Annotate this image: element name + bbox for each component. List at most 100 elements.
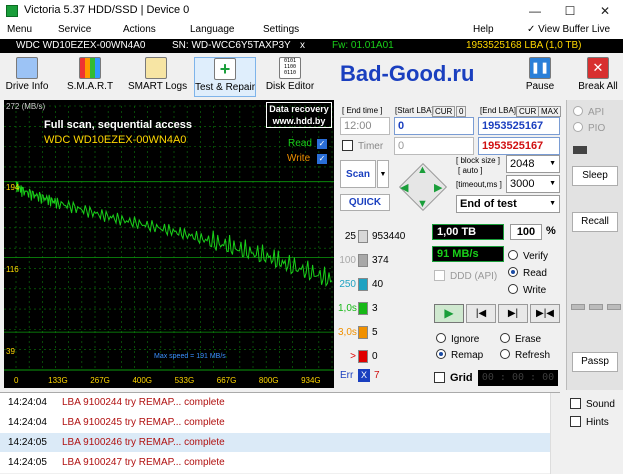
end-max-button[interactable]: MAX	[538, 106, 562, 117]
skip-end-icon[interactable]: ▶|◀	[530, 304, 560, 323]
write-legend-checkbox[interactable]: ✓	[317, 154, 327, 164]
drive-lba-size: 1953525168 LBA (1,0 TB)	[466, 40, 582, 51]
drive-info-button[interactable]: Drive Info	[4, 57, 50, 97]
menu-bar: Menu Service Actions Language Settings H…	[0, 22, 623, 39]
sound-checkbox	[570, 398, 581, 409]
minimize-button[interactable]: —	[518, 0, 552, 22]
start-lba-input[interactable]: 0	[394, 117, 474, 135]
api-radio[interactable]: API	[573, 106, 604, 118]
maximize-button[interactable]: ☐	[553, 0, 587, 22]
menu-settings[interactable]: Settings	[263, 24, 299, 35]
pio-radio[interactable]: PIO	[573, 122, 605, 134]
mode-verify-radio[interactable]: Verify	[508, 250, 548, 262]
test-repair-button[interactable]: + Test & Repair	[194, 57, 256, 97]
drive-model: WDC WD10EZEX-00WN4A0	[16, 40, 146, 51]
menu-help[interactable]: Help	[473, 24, 494, 35]
start-cur-button[interactable]: CUR	[432, 106, 456, 117]
forward-icon[interactable]: ▶|	[498, 304, 528, 323]
timeout-value: 3000	[510, 178, 535, 190]
end-lba-secondary: 1953525167	[478, 137, 560, 155]
write-label: Write	[523, 285, 547, 296]
action-refresh-radio[interactable]: Refresh	[500, 349, 550, 361]
timer-toggle[interactable]: Timer	[342, 140, 383, 152]
sleep-button[interactable]: Sleep	[572, 166, 618, 186]
end-action-select[interactable]: End of test ▼	[456, 195, 560, 213]
deselect-drive-button[interactable]: x	[300, 40, 305, 51]
grid-toggle[interactable]: Grid	[434, 372, 473, 384]
log-row[interactable]: 14:24:05 LBA 9100246 try REMAP... complet…	[0, 433, 560, 452]
passp-button[interactable]: Passp	[572, 352, 618, 372]
data-recovery-badge: Data recovery www.hdd.by	[266, 102, 332, 128]
pause-icon: ❚❚	[529, 57, 551, 79]
ddd-api-toggle[interactable]: DDD (API)	[434, 270, 497, 282]
pause-button[interactable]: ❚❚ Pause	[520, 57, 560, 97]
seek-down-arrow-icon[interactable]: ▼	[417, 198, 428, 210]
x-tick-label: 133G	[48, 376, 68, 385]
grid-label: Grid	[450, 372, 473, 384]
rewind-icon[interactable]: |◀	[466, 304, 496, 323]
read-legend-label: Read	[288, 138, 312, 149]
scan-button[interactable]: Scan	[340, 160, 376, 188]
action-ignore-radio[interactable]: Ignore	[436, 333, 479, 345]
plus-icon: +	[214, 58, 236, 80]
log-row[interactable]: 14:24:05 LBA 9100247 try REMAP... complet…	[0, 453, 560, 472]
action-erase-radio[interactable]: Erase	[500, 333, 541, 345]
hints-label: Hints	[586, 417, 609, 428]
block-size-select[interactable]: 2048 ▼	[506, 155, 560, 173]
mode-read-radio[interactable]: Read	[508, 267, 547, 279]
seek-left-arrow-icon[interactable]: ◀	[400, 181, 408, 194]
log-time: 14:24:05	[8, 437, 47, 448]
mode-write-radio[interactable]: Write	[508, 284, 546, 296]
indicator-led	[571, 304, 585, 310]
seek-up-arrow-icon[interactable]: ▲	[417, 164, 428, 176]
log-row[interactable]: 14:24:04 LBA 9100245 try REMAP... complet…	[0, 413, 560, 432]
stat-count: 953440	[372, 231, 406, 242]
radio-icon	[500, 349, 510, 359]
hints-toggle[interactable]: Hints	[570, 416, 609, 428]
end-time-input[interactable]: 12:00	[340, 117, 390, 135]
start-zero-button[interactable]: 0	[456, 106, 467, 117]
sound-toggle[interactable]: Sound	[570, 398, 615, 410]
seek-right-arrow-icon[interactable]: ▶	[434, 181, 442, 194]
log-message: LBA 9100246 try REMAP... complete	[62, 437, 225, 448]
quick-button[interactable]: QUICK	[340, 194, 390, 211]
scan-settings-panel: [ End time ] [Start LBA] CUR 0 [End LBA]…	[338, 100, 564, 218]
scan-options-dropdown[interactable]: ▼	[377, 160, 389, 188]
recall-button[interactable]: Recall	[572, 212, 618, 232]
radio-icon	[573, 122, 583, 132]
indicator-led	[607, 304, 621, 310]
log-scrollbar[interactable]	[550, 393, 560, 474]
auto-label: [ auto ]	[458, 166, 483, 175]
chevron-down-icon: ▼	[549, 200, 556, 207]
end-cur-button[interactable]: CUR	[516, 106, 540, 117]
timeout-select[interactable]: 3000 ▼	[506, 175, 560, 193]
verify-label: Verify	[523, 251, 549, 262]
log-row[interactable]: 14:24:04 LBA 9100244 try REMAP... complet…	[0, 393, 560, 412]
smart-button[interactable]: S.M.A.R.T	[62, 57, 118, 97]
hints-checkbox	[570, 416, 581, 427]
menu-actions[interactable]: Actions	[123, 24, 156, 35]
menu-menu[interactable]: Menu	[7, 24, 32, 35]
menu-service[interactable]: Service	[58, 24, 91, 35]
menu-language[interactable]: Language	[190, 24, 235, 35]
action-remap-radio[interactable]: Remap	[436, 349, 483, 361]
play-icon[interactable]: ▶	[434, 304, 464, 323]
smart-logs-button[interactable]: SMART Logs	[128, 57, 187, 97]
read-label: Read	[523, 268, 547, 279]
disk-editor-label: Disk Editor	[265, 81, 315, 92]
end-lba-input[interactable]: 1953525167	[478, 117, 560, 135]
stat-color-swatch	[358, 302, 368, 315]
read-legend-checkbox[interactable]: ✓	[317, 139, 327, 149]
end-lba-label: [End LBA]	[480, 106, 517, 115]
err-label: Err	[340, 370, 354, 381]
timer-input[interactable]: 0	[394, 137, 474, 155]
view-buffer-live-toggle[interactable]: ✓ View Buffer Live	[527, 24, 610, 35]
block-size-label: [ block size ]	[456, 156, 501, 165]
radio-selected-icon	[508, 267, 518, 277]
close-button[interactable]: ✕	[588, 0, 622, 22]
stat-row: 3,0s 5	[336, 324, 426, 342]
break-all-button[interactable]: ✕ Break All	[576, 57, 620, 97]
smart-icon	[79, 57, 101, 79]
disk-editor-button[interactable]: 0101 1100 0110 Disk Editor	[264, 57, 316, 97]
log-time: 14:24:04	[8, 417, 47, 428]
